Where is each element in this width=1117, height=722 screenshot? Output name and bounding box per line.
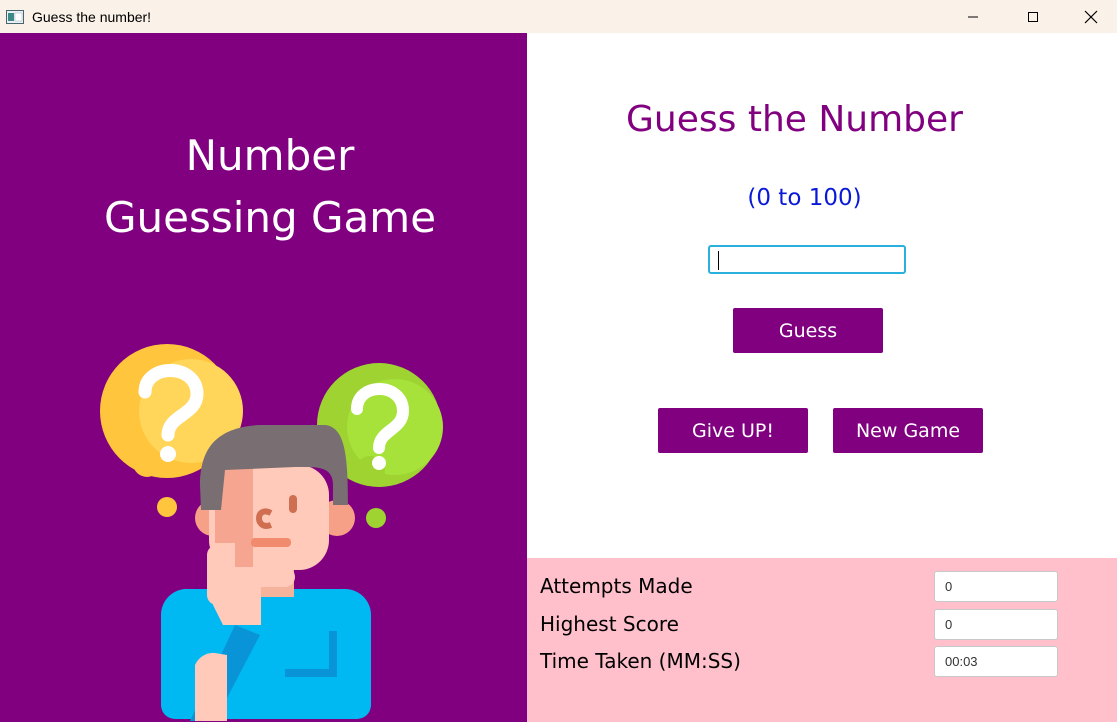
time-taken-field[interactable]: 00:03: [934, 646, 1058, 677]
left-title: Number Guessing Game: [0, 125, 540, 249]
minimize-button[interactable]: [950, 0, 996, 33]
minimize-icon: [968, 16, 978, 17]
attempts-label: Attempts Made: [540, 574, 693, 598]
maximize-icon: [1028, 11, 1038, 22]
thinking-person-illustration: [100, 344, 443, 721]
guess-button[interactable]: Guess: [733, 308, 883, 353]
give-up-button[interactable]: Give UP!: [658, 408, 808, 453]
highest-score-label: Highest Score: [540, 612, 679, 636]
game-title: Guess the Number: [626, 99, 963, 140]
close-button[interactable]: [1068, 0, 1114, 33]
guess-input[interactable]: [708, 245, 906, 274]
app-icon: [6, 9, 24, 24]
text-caret: [718, 251, 719, 270]
new-game-button[interactable]: New Game: [833, 408, 983, 453]
time-taken-label: Time Taken (MM:SS): [540, 649, 741, 673]
game-panel: Guess the Number (0 to 100) Guess Give U…: [527, 33, 1117, 558]
left-title-line2: Guessing Game: [103, 193, 437, 242]
range-label: (0 to 100): [747, 185, 862, 211]
title-bar: Guess the number!: [0, 0, 1117, 33]
highest-score-field[interactable]: 0: [934, 609, 1058, 640]
close-icon: [1084, 10, 1098, 23]
left-title-line1: Number: [185, 131, 355, 180]
left-panel: Number Guessing Game: [0, 33, 527, 722]
attempts-field[interactable]: 0: [934, 571, 1058, 602]
maximize-button[interactable]: [1010, 0, 1056, 33]
stats-panel: Attempts Made 0 Highest Score 0 Time Tak…: [527, 558, 1117, 722]
window-title: Guess the number!: [32, 8, 152, 25]
